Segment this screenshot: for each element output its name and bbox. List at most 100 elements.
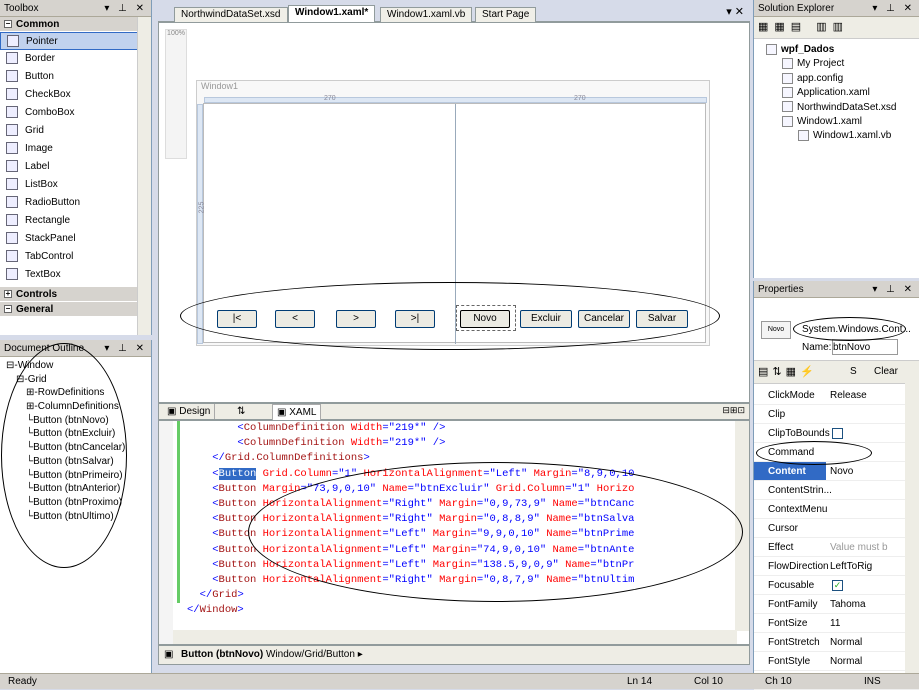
solution-item[interactable]: Application.xaml — [760, 86, 919, 100]
breadcrumb-arrow-icon[interactable]: ▸ — [358, 649, 363, 660]
property-row[interactable]: Cursor — [754, 519, 919, 538]
toolbox-item-radiobutton[interactable]: RadioButton — [0, 194, 151, 212]
solution-item[interactable]: My Project — [760, 57, 919, 71]
property-value[interactable]: Normal — [826, 633, 862, 651]
zoom-label: 100% — [167, 30, 185, 37]
property-name: Effect — [768, 542, 794, 553]
panel-buttons[interactable]: ▾ ⊥ ✕ — [872, 281, 915, 298]
property-row[interactable]: Focusable ✓ — [754, 576, 919, 595]
toolbox-item-combobox[interactable]: ComboBox — [0, 104, 151, 122]
code-token: ="219*" /> — [382, 422, 446, 434]
toolbox-item-label: Image — [25, 143, 53, 154]
code-token: < — [187, 482, 219, 495]
property-row[interactable]: ContentStrin... — [754, 481, 919, 500]
code-token: Window — [199, 604, 238, 617]
project-node[interactable]: wpf_Dados — [760, 43, 919, 57]
code-token: Button — [218, 558, 257, 571]
checkbox[interactable] — [832, 427, 843, 439]
tab-xaml[interactable]: ▣ XAML — [272, 404, 322, 420]
solution-explorer-panel: Solution Explorer ▾ ⊥ ✕ ▦▦▤ ▥▥ wpf_Dados … — [753, 0, 919, 278]
panel-buttons[interactable]: ▾ ⊥ ✕ — [104, 340, 147, 357]
clear-button[interactable]: Clear — [874, 366, 898, 377]
grid-icon — [6, 124, 18, 137]
solution-item[interactable]: Window1.xaml.vb — [760, 129, 919, 143]
toolbox-items: Pointer Border Button CheckBox ComboBox Grid I… — [0, 32, 151, 284]
toolbox-item-rectangle[interactable]: Rectangle — [0, 212, 151, 230]
view-switch-bar: ▣ Design ⇅ ▣ XAML ⊟⊞⊡ — [158, 403, 750, 420]
property-row[interactable]: FontSize 11 — [754, 614, 919, 633]
checkbox[interactable]: ✓ — [832, 579, 843, 591]
property-name: FlowDirection — [768, 561, 829, 572]
toolbox-item-listbox[interactable]: ListBox — [0, 176, 151, 194]
code-token: > — [237, 589, 244, 602]
property-row[interactable]: Clip — [754, 405, 919, 424]
property-row[interactable]: FontFamily Tahoma — [754, 595, 919, 614]
swap-panes-button[interactable]: ⇅ — [237, 404, 245, 419]
toolbox-item-image[interactable]: Image — [0, 140, 151, 158]
toolbox-item-label[interactable]: Label — [0, 158, 151, 176]
property-value[interactable]: 11 — [826, 614, 840, 632]
toolbox-item-checkbox[interactable]: CheckBox — [0, 86, 151, 104]
column-ruler[interactable] — [204, 97, 707, 103]
property-value[interactable]: Tahoma — [826, 595, 866, 613]
properties-scrollbar[interactable] — [905, 369, 919, 673]
toolbox-item-textbox[interactable]: TextBox — [0, 266, 151, 284]
panel-buttons[interactable]: ▾ ⊥ ✕ — [104, 0, 147, 17]
name-field[interactable] — [832, 339, 898, 355]
split-view-buttons[interactable]: ⊟⊞⊡ — [722, 405, 745, 416]
column2-width-label: 270 — [574, 95, 586, 102]
zoom-slider[interactable]: 100% — [165, 29, 187, 159]
solution-toolbar[interactable]: ▦▦▤ ▥▥ — [754, 17, 919, 39]
property-row[interactable]: ClipToBounds — [754, 424, 919, 443]
property-row[interactable]: Content Novo — [754, 462, 919, 481]
solution-item[interactable]: app.config — [760, 72, 919, 86]
toolbox-title-bar: Toolbox ▾ ⊥ ✕ — [0, 0, 151, 17]
property-row[interactable]: ContextMenu — [754, 500, 919, 519]
property-value[interactable]: LeftToRig — [826, 557, 872, 575]
listbox-icon — [6, 178, 18, 191]
toolbox-item-tabcontrol[interactable]: TabControl — [0, 248, 151, 266]
property-value[interactable]: Release — [826, 386, 867, 404]
code-token: Button — [218, 482, 257, 495]
breadcrumb-path[interactable]: Window/Grid/Button — [266, 649, 355, 660]
tab-0[interactable]: NorthwindDataSet.xsd — [174, 7, 288, 22]
toolbox-item-label: Button — [25, 71, 54, 82]
property-row[interactable]: FlowDirectionLeftToRig — [754, 557, 919, 576]
solution-item[interactable]: Window1.xaml — [760, 115, 919, 129]
search-icon[interactable]: S — [850, 366, 857, 377]
property-name: FontFamily — [768, 599, 818, 610]
property-row[interactable]: FontStyle Normal — [754, 652, 919, 671]
property-value[interactable]: Novo — [826, 462, 853, 480]
property-row[interactable]: Effect Value must b — [754, 538, 919, 557]
tab-design[interactable]: ▣ Design — [163, 404, 216, 419]
tab-1[interactable]: Window1.xaml* — [288, 5, 376, 22]
toolbox-item-grid[interactable]: Grid — [0, 122, 151, 140]
toolbox-category-general[interactable]: − General — [0, 302, 151, 317]
panel-buttons[interactable]: ▾ ⊥ ✕ — [872, 0, 915, 17]
tab-3[interactable]: Start Page — [475, 7, 537, 22]
toolbox-category-controls[interactable]: + Controls — [0, 287, 151, 302]
solution-item[interactable]: NorthwindDataSet.xsd — [760, 101, 919, 115]
code-token: < — [187, 543, 219, 556]
pointer-icon — [7, 35, 19, 48]
toolbox-item-pointer[interactable]: Pointer — [0, 32, 151, 50]
property-name: Focusable — [768, 580, 815, 591]
property-value[interactable]: Normal — [826, 652, 862, 670]
toolbox-category-common[interactable]: − Common — [0, 17, 151, 32]
design-icon: ▣ — [167, 406, 177, 417]
toolbox-item-button[interactable]: Button — [0, 68, 151, 86]
property-row[interactable]: FontStretch Normal — [754, 633, 919, 652]
tab-close-icon[interactable]: ▾ ✕ — [726, 5, 744, 18]
editor-horizontal-scrollbar[interactable] — [173, 630, 737, 644]
toolbox-item-border[interactable]: Border — [0, 50, 151, 68]
toolbox-scrollbar[interactable] — [137, 17, 151, 335]
toolbox-item-stackpanel[interactable]: StackPanel — [0, 230, 151, 248]
property-row[interactable]: ClickMode Release — [754, 386, 919, 405]
file-icon — [782, 101, 793, 113]
tab-2[interactable]: Window1.xaml.vb — [380, 7, 473, 22]
code-token: Width — [344, 437, 383, 450]
breadcrumb-element[interactable]: Button (btnNovo) — [181, 649, 263, 660]
status-col: Col 10 — [694, 676, 723, 687]
property-value[interactable]: Value must b — [826, 538, 888, 556]
sort-icons[interactable]: ▤⇅▦⚡ — [758, 365, 818, 378]
